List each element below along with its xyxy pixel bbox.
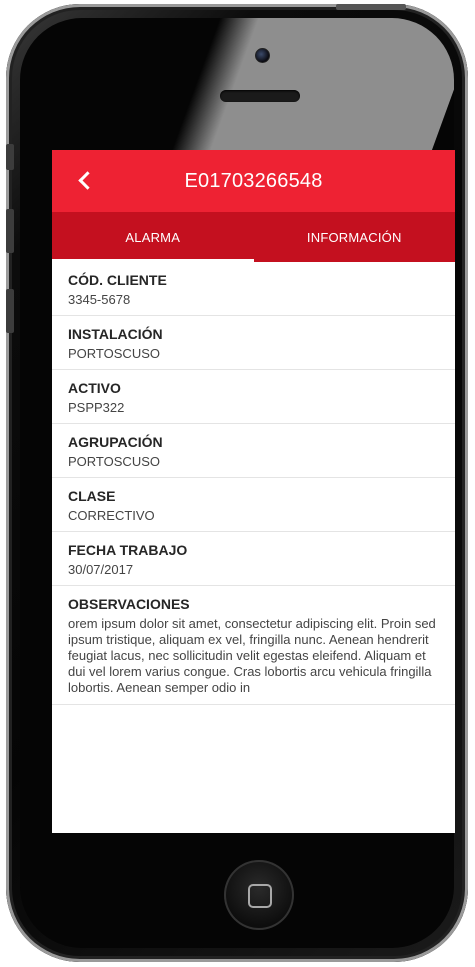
field-observaciones: OBSERVACIONES orem ipsum dolor sit amet,… <box>52 586 455 705</box>
volume-down-button <box>6 289 14 333</box>
mute-switch <box>6 144 14 170</box>
field-clase: CLASE CORRECTIVO <box>52 478 455 532</box>
home-square-icon <box>248 884 272 908</box>
app-bar: E01703266548 <box>52 150 455 212</box>
app-screen: E01703266548 ALARMA INFORMACIÓN CÓD. CLI… <box>52 150 455 833</box>
field-label: FECHA TRABAJO <box>68 542 188 558</box>
field-label: CLASE <box>68 488 116 504</box>
field-value: PSPP322 <box>68 400 125 415</box>
field-value: CORRECTIVO <box>68 508 155 523</box>
back-button[interactable] <box>66 162 102 198</box>
field-activo: ACTIVO PSPP322 <box>52 370 455 424</box>
front-camera <box>255 48 270 63</box>
tab-bar: ALARMA INFORMACIÓN <box>52 212 455 262</box>
earpiece-speaker <box>220 90 300 102</box>
volume-up-button <box>6 209 14 253</box>
field-value: 3345-5678 <box>68 292 131 307</box>
field-fecha-trabajo: FECHA TRABAJO 30/07/2017 <box>52 532 455 586</box>
home-button[interactable] <box>224 860 294 930</box>
field-label: INSTALACIÓN <box>68 326 163 342</box>
field-agrupacion: AGRUPACIÓN PORTOSCUSO <box>52 424 455 478</box>
field-label: OBSERVACIONES <box>68 596 190 612</box>
tab-informacion[interactable]: INFORMACIÓN <box>254 212 456 262</box>
field-label: ACTIVO <box>68 380 121 396</box>
page-title: E01703266548 <box>184 169 323 192</box>
chevron-left-icon <box>77 170 97 190</box>
field-value: 30/07/2017 <box>68 562 134 577</box>
tab-alarma[interactable]: ALARMA <box>52 212 254 262</box>
field-instalacion: INSTALACIÓN PORTOSCUSO <box>52 316 455 370</box>
field-label: CÓD. CLIENTE <box>68 272 167 288</box>
field-value: PORTOSCUSO <box>68 346 160 361</box>
field-value: orem ipsum dolor sit amet, consectetur a… <box>68 616 436 695</box>
power-button <box>336 4 406 10</box>
field-value: PORTOSCUSO <box>68 454 160 469</box>
field-cod-cliente: CÓD. CLIENTE 3345-5678 <box>52 262 455 316</box>
field-label: AGRUPACIÓN <box>68 434 163 450</box>
